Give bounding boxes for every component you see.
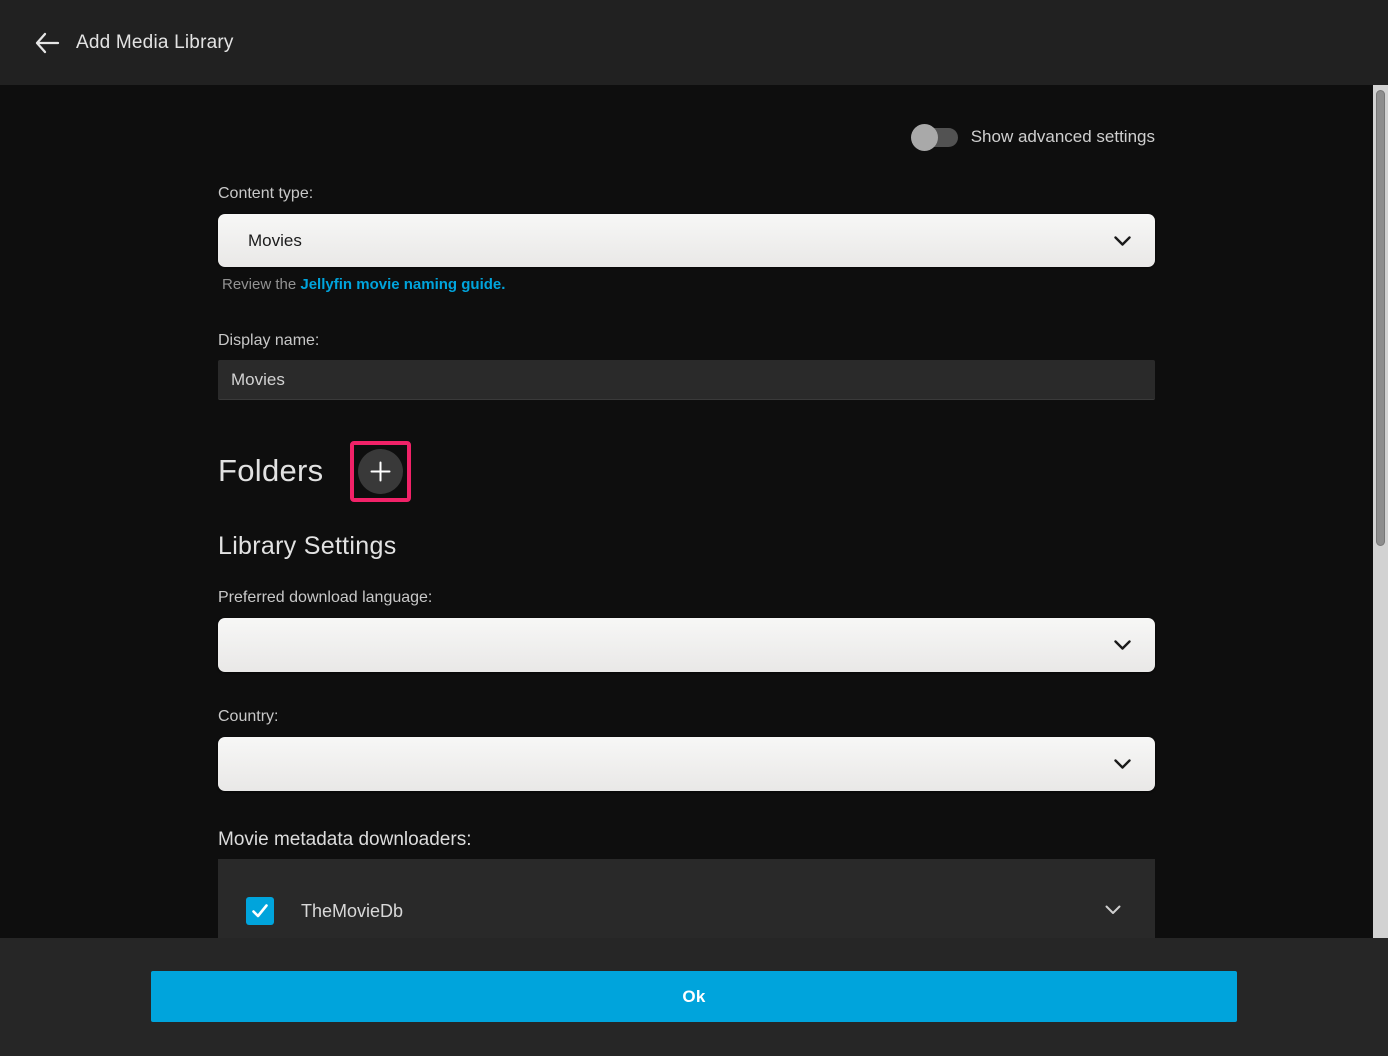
add-folder-button-circle: [358, 449, 403, 494]
country-select[interactable]: [218, 737, 1155, 791]
content-type-select[interactable]: Movies: [218, 214, 1155, 267]
folders-heading: Folders: [218, 453, 323, 489]
folders-section: Folders: [218, 440, 1155, 502]
helper-prefix: Review the: [222, 276, 300, 293]
dialog-footer: Ok: [0, 938, 1388, 1056]
preferred-language-select[interactable]: [218, 618, 1155, 672]
show-advanced-settings-toggle[interactable]: [912, 128, 958, 147]
page-title: Add Media Library: [76, 32, 234, 54]
add-folder-button[interactable]: [350, 441, 411, 502]
library-settings-heading: Library Settings: [218, 532, 1155, 562]
chevron-down-icon: [1114, 640, 1131, 650]
check-icon: [251, 903, 269, 919]
scrollbar-thumb[interactable]: [1376, 90, 1385, 546]
arrow-left-icon: [33, 31, 60, 55]
content-type-value: Movies: [248, 231, 1114, 251]
chevron-down-icon: [1114, 236, 1131, 246]
ok-button[interactable]: Ok: [151, 971, 1237, 1022]
plus-icon: [370, 461, 391, 482]
chevron-down-icon: [1105, 902, 1121, 920]
themoviedb-checkbox[interactable]: [246, 897, 274, 925]
naming-guide-helper: Review the Jellyfin movie naming guide.: [218, 276, 1155, 294]
dialog-content: Show advanced settings Content type: Mov…: [0, 85, 1388, 938]
helper-suffix: .: [501, 276, 505, 293]
country-label: Country:: [218, 708, 1155, 727]
naming-guide-link[interactable]: Jellyfin movie naming guide: [300, 276, 501, 293]
scrollbar-track[interactable]: [1373, 85, 1388, 938]
show-advanced-settings-label: Show advanced settings: [971, 127, 1155, 147]
metadata-downloaders-panel: TheMovieDb: [218, 859, 1155, 938]
display-name-label: Display name:: [218, 332, 1155, 351]
preferred-language-label: Preferred download language:: [218, 589, 1155, 608]
metadata-downloaders-label: Movie metadata downloaders:: [218, 829, 1155, 851]
display-name-input[interactable]: [218, 360, 1155, 400]
advanced-settings-row: Show advanced settings: [218, 123, 1155, 151]
themoviedb-label: TheMovieDb: [301, 901, 1105, 922]
back-button[interactable]: [26, 23, 66, 63]
metadata-downloader-row[interactable]: TheMovieDb: [218, 897, 1155, 925]
toggle-knob: [911, 124, 938, 151]
chevron-down-icon: [1114, 759, 1131, 769]
content-type-label: Content type:: [218, 185, 1155, 204]
title-bar: Add Media Library: [0, 0, 1388, 85]
